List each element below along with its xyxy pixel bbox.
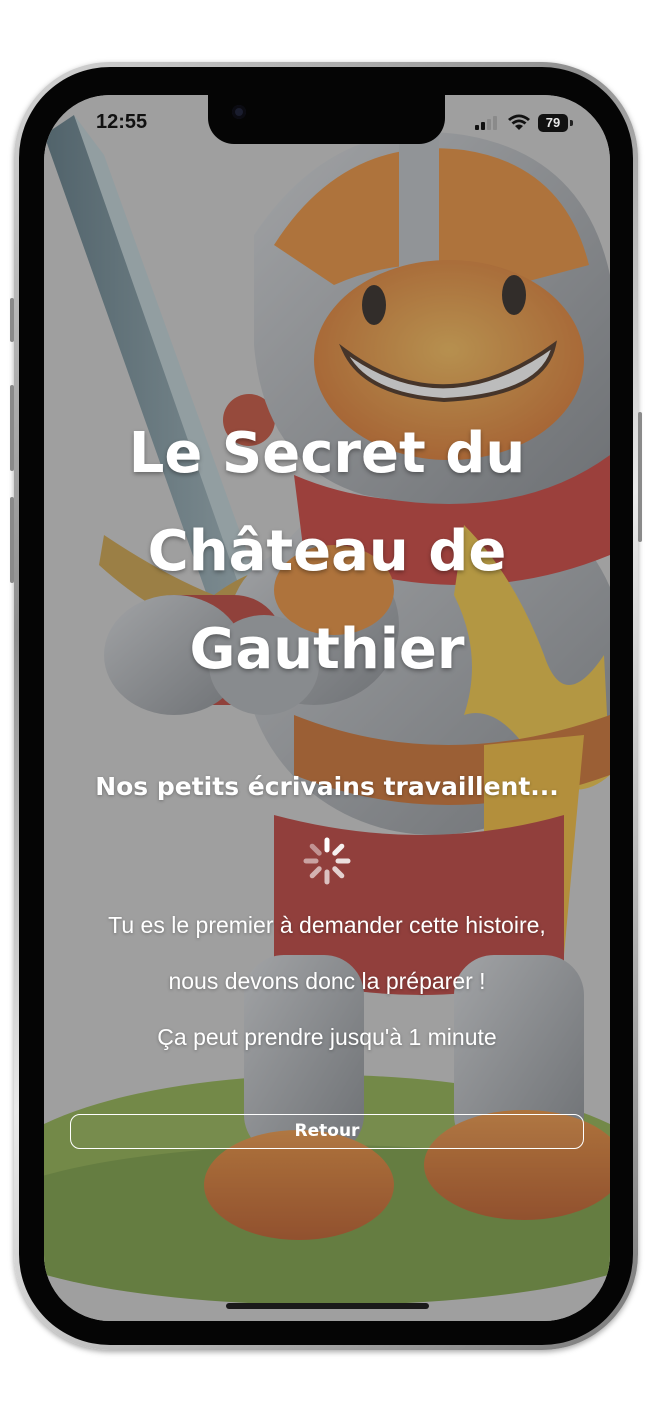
spinner-icon [303, 837, 351, 885]
story-title-line: Gauthier [189, 617, 465, 682]
loading-subtitle: Nos petits écrivains travaillent... [95, 772, 559, 801]
message-line: nous devons donc la préparer ! [168, 968, 486, 994]
home-indicator[interactable] [226, 1303, 429, 1309]
app-screen: 12:55 79 Le Secret du Château de Gauthie… [44, 95, 610, 1321]
message-line: Tu es le premier à demander cette histoi… [108, 912, 546, 938]
power-button [638, 412, 642, 542]
message-line: Ça peut prendre jusqu'à 1 minute [157, 1024, 497, 1050]
story-title-line: Le Secret du [128, 421, 526, 486]
volume-up-button [10, 385, 14, 471]
story-title: Le Secret du Château de Gauthier [74, 405, 580, 699]
loading-message: Tu es le premier à demander cette histoi… [64, 897, 590, 1065]
back-button[interactable]: Retour [70, 1114, 584, 1149]
volume-down-button [10, 497, 14, 583]
silent-switch [10, 298, 14, 342]
loading-content: Le Secret du Château de Gauthier Nos pet… [44, 95, 610, 1321]
story-title-line: Château de [147, 519, 507, 584]
